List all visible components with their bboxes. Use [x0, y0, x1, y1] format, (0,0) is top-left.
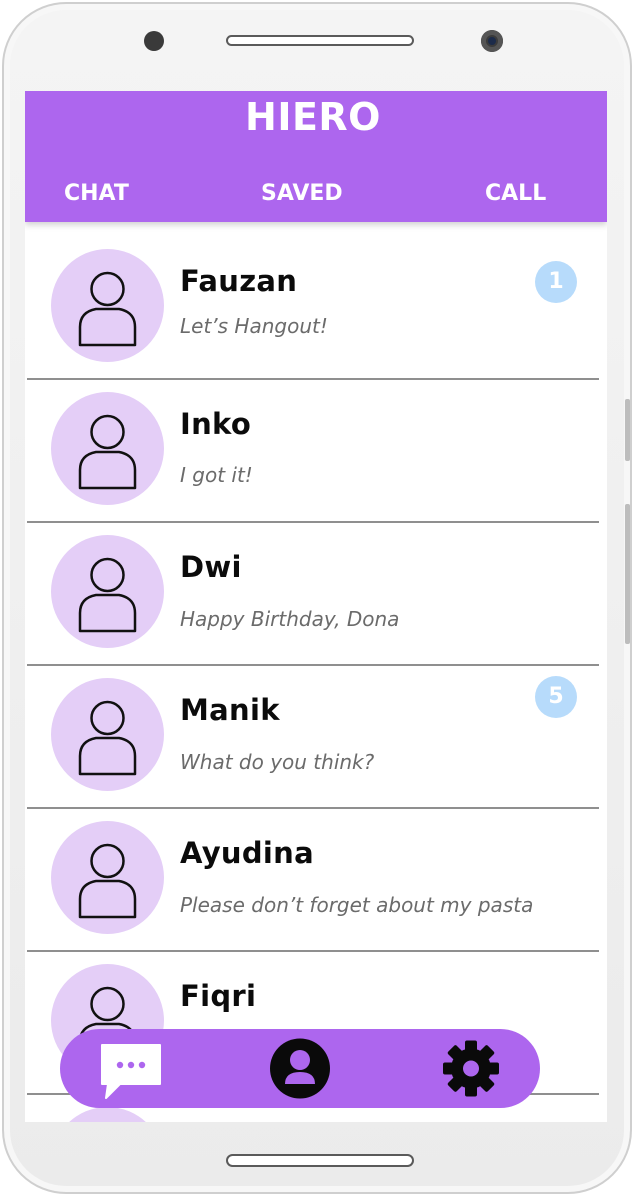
chat-row[interactable]: Inko I got it!: [25, 365, 607, 523]
last-message: Please don’t forget about my pasta: [180, 893, 534, 917]
person-outline-icon: [78, 843, 137, 919]
profile-icon[interactable]: [267, 1029, 333, 1108]
app-header: HIERO CHAT SAVED CALL: [25, 91, 607, 222]
avatar: [51, 821, 164, 934]
person-outline-icon: [78, 414, 137, 490]
contact-name: Inko: [180, 407, 252, 441]
bottom-nav: [60, 1029, 540, 1108]
chat-row[interactable]: Dwi Happy Birthday, Dona: [25, 508, 607, 666]
contact-name: Dwi: [180, 550, 242, 584]
tab-chat[interactable]: CHAT: [64, 181, 129, 206]
avatar: [51, 392, 164, 505]
last-message: I got it!: [180, 463, 253, 487]
power-button: [625, 504, 630, 644]
app-title: HIERO: [245, 95, 381, 139]
sensor-icon: [144, 31, 164, 51]
contact-name: Ayudina: [180, 836, 314, 870]
volume-button: [625, 399, 630, 461]
person-outline-icon: [78, 557, 137, 633]
avatar: [51, 678, 164, 791]
avatar: [51, 535, 164, 648]
last-message: Let’s Hangout!: [180, 314, 328, 338]
person-outline-icon: [78, 271, 137, 347]
front-camera-icon: [481, 30, 503, 52]
home-button[interactable]: [226, 1154, 414, 1167]
person-outline-icon: [78, 700, 137, 776]
gear-icon[interactable]: [438, 1029, 504, 1108]
contact-name: Fiqri: [180, 979, 257, 1013]
chat-bubble-icon[interactable]: [98, 1029, 164, 1108]
unread-badge: 1: [535, 261, 577, 303]
contact-name: Fauzan: [180, 264, 298, 298]
last-message: Happy Birthday, Dona: [180, 607, 400, 631]
unread-badge: 5: [535, 676, 577, 718]
avatar: [51, 1107, 164, 1122]
app-screen: HIERO CHAT SAVED CALL Fauzan Let’s Hango…: [25, 91, 607, 1122]
tab-call[interactable]: CALL: [485, 181, 546, 206]
last-message: What do you think?: [180, 750, 375, 774]
chat-row[interactable]: Manik What do you think? 5: [25, 651, 607, 809]
contact-name: Manik: [180, 693, 280, 727]
chat-row[interactable]: Fauzan Let’s Hangout! 1: [25, 222, 607, 380]
earpiece-speaker: [226, 35, 414, 46]
chat-row[interactable]: Ayudina Please don’t forget about my pas…: [25, 794, 607, 952]
chat-list: Fauzan Let’s Hangout! 1 Inko I got it! D…: [25, 222, 607, 1122]
tab-saved[interactable]: SAVED: [261, 181, 343, 206]
avatar: [51, 249, 164, 362]
